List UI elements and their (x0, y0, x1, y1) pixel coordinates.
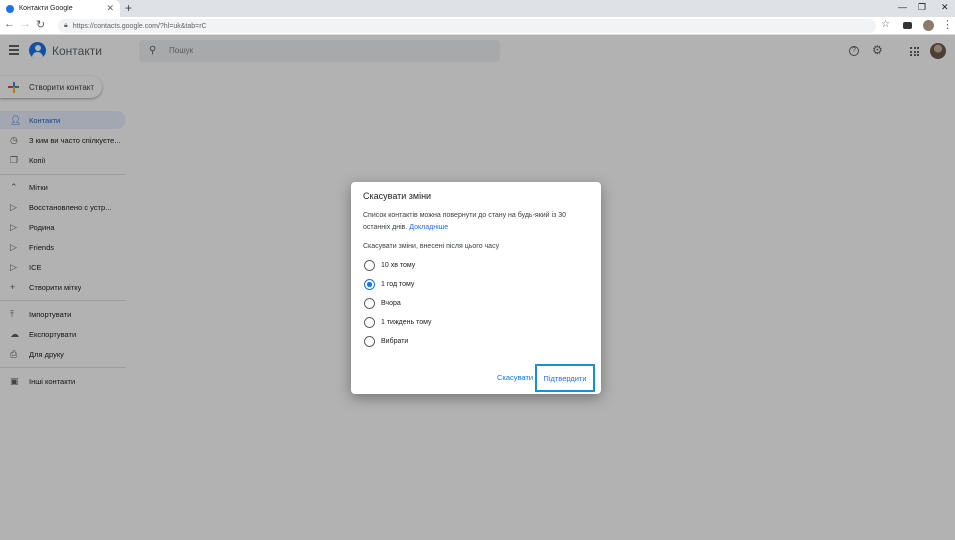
url-text: https://contacts.google.com/?hl=uk&tab=r… (72, 22, 207, 30)
confirm-button[interactable]: Підтвердити (535, 364, 595, 392)
extension-icon[interactable] (903, 22, 912, 29)
forward-button[interactable]: → (20, 18, 31, 30)
browser-tab[interactable]: Контакти Google ✕ (0, 0, 120, 17)
browser-profile-avatar[interactable] (923, 20, 934, 31)
window-close-button[interactable]: ✕ (941, 2, 949, 13)
dialog-subtitle: Скасувати зміни, внесені після цього час… (363, 243, 500, 250)
browser-menu-icon[interactable]: ⋮ (942, 18, 953, 31)
url-bar[interactable]: 🔒︎ https://contacts.google.com/?hl=uk&ta… (58, 19, 876, 33)
confirm-label: Підтвердити (543, 373, 587, 383)
radio-button[interactable] (364, 336, 375, 347)
undo-changes-dialog: Скасувати зміни Список контактів можна п… (351, 182, 601, 394)
browser-tab-bar: Контакти Google ✕ + — ❐ ✕ (0, 0, 955, 17)
option-1-week[interactable]: 1 тиждень тому (364, 317, 431, 328)
tab-close-icon[interactable]: ✕ (106, 3, 114, 14)
reload-button[interactable]: ↻ (36, 18, 45, 31)
minimize-button[interactable]: — (898, 2, 907, 12)
maximize-button[interactable]: ❐ (918, 2, 926, 13)
option-label: 1 тиждень тому (381, 319, 432, 326)
option-label: 10 хв тому (381, 262, 416, 269)
lock-icon: 🔒︎ (64, 22, 68, 29)
tab-title: Контакти Google (19, 5, 73, 12)
radio-button[interactable] (364, 260, 375, 271)
option-label: Вчора (381, 300, 401, 307)
bookmark-star-icon[interactable]: ☆ (881, 19, 890, 30)
option-label: Вибрати (381, 338, 409, 345)
option-yesterday[interactable]: Вчора (364, 298, 401, 309)
new-tab-button[interactable]: + (125, 1, 132, 15)
radio-button-checked[interactable] (364, 279, 375, 290)
description-text: Список контактів можна повернути до стан… (363, 212, 567, 231)
contacts-favicon-icon (6, 4, 14, 13)
radio-button[interactable] (364, 317, 375, 328)
option-custom[interactable]: Вибрати (364, 336, 408, 347)
back-button[interactable]: ← (4, 18, 15, 30)
option-label: 1 год тому (381, 281, 415, 288)
learn-more-link[interactable]: Докладніше (409, 224, 448, 231)
option-10-min[interactable]: 10 хв тому (364, 260, 415, 271)
cancel-button[interactable]: Скасувати (497, 373, 533, 382)
dialog-title: Скасувати зміни (363, 191, 432, 201)
radio-button[interactable] (364, 298, 375, 309)
option-1-hour[interactable]: 1 год тому (364, 279, 414, 290)
address-toolbar: ← → ↻ 🔒︎ https://contacts.google.com/?hl… (0, 17, 955, 35)
dialog-description: Список контактів можна повернути до стан… (363, 210, 589, 234)
